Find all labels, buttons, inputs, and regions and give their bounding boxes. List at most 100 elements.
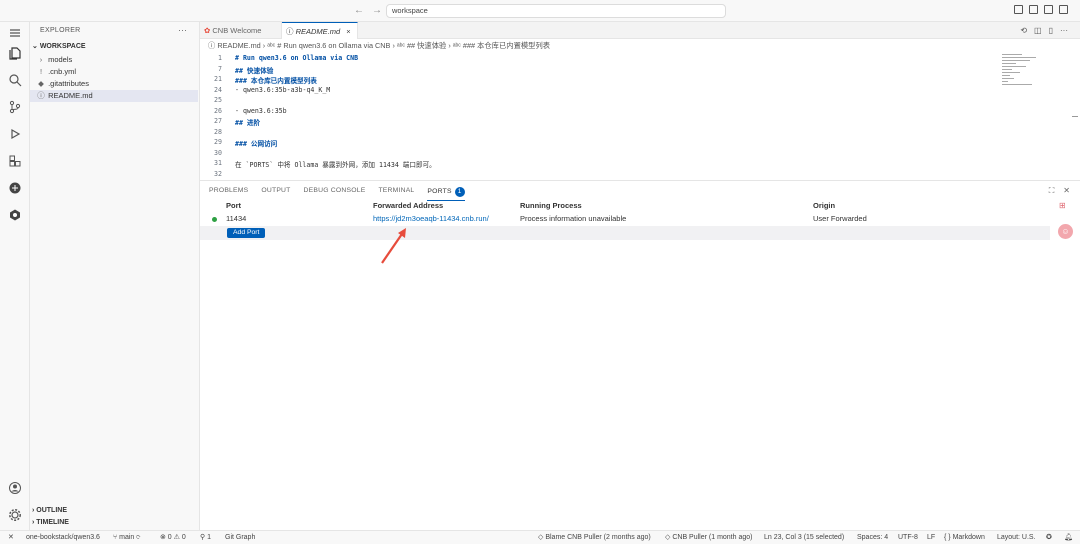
- search-icon[interactable]: [8, 73, 22, 87]
- line-number: 28: [214, 127, 222, 136]
- copilot-icon[interactable]: ✪: [1046, 531, 1052, 544]
- open-changes-icon[interactable]: ◫: [1034, 26, 1042, 35]
- port-status-dot: [212, 217, 217, 222]
- editor-tabs: ✿ CNB Welcome ⓘ README.md × ⟲ ◫ ▯ ···: [200, 22, 1080, 39]
- tab-cnb-welcome[interactable]: ✿ CNB Welcome: [200, 22, 282, 39]
- tree-item-cnb-yml[interactable]: ! .cnb.yml: [30, 66, 198, 78]
- chevron-down-icon: ⌄: [32, 43, 40, 50]
- layout-customize-icon[interactable]: [1014, 5, 1023, 14]
- line-number: 30: [214, 148, 222, 157]
- tree-item-gitattributes[interactable]: ◆ .gitattributes: [30, 78, 198, 90]
- toggle-secondary-sidebar-icon[interactable]: [1059, 5, 1068, 14]
- notifications-icon[interactable]: 🔔︎: [1064, 531, 1073, 544]
- yaml-file-icon: !: [39, 67, 43, 76]
- maximize-panel-icon[interactable]: ⛶: [1049, 186, 1055, 196]
- line-number: 31: [214, 159, 222, 167]
- line-number: 32: [214, 169, 222, 178]
- indentation[interactable]: Spaces: 4: [857, 531, 888, 544]
- line-number: 27: [214, 117, 222, 125]
- tab-problems[interactable]: PROBLEMS: [209, 187, 248, 201]
- workspace-header[interactable]: ⌄ WORKSPACE: [32, 42, 86, 50]
- toggle-sidebar-icon[interactable]: [1029, 5, 1038, 14]
- remote-icon[interactable]: [8, 208, 22, 222]
- command-center-search[interactable]: workspace: [386, 4, 726, 18]
- cnb-icon[interactable]: [8, 181, 22, 195]
- forward-arrow-icon[interactable]: →: [372, 5, 382, 16]
- git-graph-button[interactable]: Git Graph: [225, 531, 255, 544]
- ports-count-badge: 1: [454, 187, 465, 197]
- files-icon[interactable]: [8, 46, 22, 60]
- tree-item-readme[interactable]: ⓘ README.md: [30, 90, 198, 102]
- account-icon[interactable]: [8, 481, 22, 495]
- encoding[interactable]: UTF-8: [898, 531, 918, 544]
- forwarded-address-link[interactable]: https://jd2m3oeaqb-11434.cnb.run/: [373, 214, 489, 223]
- tree-item-models[interactable]: › models: [30, 54, 198, 66]
- layout-controls: [1014, 5, 1068, 14]
- code-editor[interactable]: 1 # Run qwen3.6 on Ollama via CNB 7 ## 快…: [200, 52, 1000, 178]
- code-line: ### 公网访问: [235, 140, 278, 148]
- col-port[interactable]: Port: [226, 201, 241, 210]
- origin-value: User Forwarded: [813, 214, 867, 223]
- keyboard-layout[interactable]: Layout: U.S.: [997, 531, 1036, 544]
- problems-indicator[interactable]: ⊗ 0 ⚠ 0: [160, 531, 186, 544]
- split-editor-icon[interactable]: ▯: [1049, 26, 1053, 35]
- add-port-button[interactable]: Add Port: [227, 228, 266, 238]
- menu-icon[interactable]: [8, 26, 22, 40]
- source-control-icon[interactable]: [8, 100, 22, 114]
- git-file-icon: ◆: [38, 79, 44, 88]
- code-line: 在 `PORTS` 中将 Ollama 暴露到外网，添加 11434 端口即可。: [235, 161, 436, 169]
- panel-controls: ⛶ ✕: [1049, 186, 1070, 196]
- back-arrow-icon[interactable]: ←: [354, 5, 364, 16]
- file-blame-indicator[interactable]: ◇ CNB Puller (1 month ago): [665, 531, 752, 544]
- settings-icon[interactable]: [8, 508, 22, 522]
- chevron-right-icon: ›: [39, 55, 43, 64]
- tree-item-label: .gitattributes: [48, 79, 89, 88]
- activity-bar: [0, 22, 30, 530]
- close-icon[interactable]: ×: [346, 27, 350, 36]
- end-of-line[interactable]: LF: [927, 531, 935, 544]
- ports-count: 1: [207, 534, 211, 541]
- line-number: 29: [214, 138, 222, 146]
- language-mode[interactable]: { } Markdown: [944, 531, 985, 544]
- git-blame-indicator[interactable]: ◇ Blame CNB Puller (2 months ago): [538, 531, 651, 544]
- timeline-label: TIMELINE: [36, 519, 69, 526]
- cursor-position[interactable]: Ln 23, Col 3 (15 selected): [764, 531, 844, 544]
- toggle-panel-icon[interactable]: [1044, 5, 1053, 14]
- tab-terminal[interactable]: TERMINAL: [378, 187, 414, 201]
- tab-debug-console[interactable]: DEBUG CONSOLE: [304, 187, 366, 201]
- add-port-row: Add Port: [200, 226, 1050, 240]
- title-bar: ← → workspace: [0, 0, 1080, 22]
- ports-indicator[interactable]: ⚲ 1: [200, 531, 211, 544]
- remote-indicator-icon[interactable]: ✕: [8, 531, 14, 544]
- outline-section[interactable]: › OUTLINE: [32, 507, 67, 514]
- tab-ports[interactable]: PORTS 1: [427, 187, 465, 201]
- timeline-section[interactable]: › TIMELINE: [32, 519, 69, 526]
- more-actions-icon[interactable]: ···: [178, 25, 187, 35]
- minimap[interactable]: [1000, 52, 1070, 177]
- line-number: 25: [214, 96, 222, 104]
- line-number: 1: [218, 54, 222, 62]
- assistant-avatar-icon[interactable]: ☺: [1058, 224, 1073, 239]
- history-icon[interactable]: ⟲: [1020, 26, 1027, 35]
- tab-readme[interactable]: ⓘ README.md ×: [282, 22, 358, 39]
- more-actions-icon[interactable]: ···: [1060, 26, 1068, 35]
- extensions-icon[interactable]: [8, 154, 22, 168]
- editor-scrollbar[interactable]: [1072, 116, 1078, 117]
- col-origin[interactable]: Origin: [813, 201, 835, 210]
- port-value[interactable]: 11434: [226, 214, 246, 223]
- run-debug-icon[interactable]: [8, 127, 22, 141]
- col-forwarded-address[interactable]: Forwarded Address: [373, 201, 443, 210]
- col-running-process[interactable]: Running Process: [520, 201, 582, 210]
- running-process-value: Process information unavailable: [520, 214, 627, 223]
- breadcrumb[interactable]: ⓘ README.md › ᵃᵇᶜ # Run qwen3.6 on Ollam…: [200, 40, 1080, 52]
- explorer-sidebar: EXPLORER ··· ⌄ WORKSPACE › models ! .cnb…: [30, 22, 200, 530]
- branch-indicator[interactable]: ⑂ main ⟳: [113, 531, 141, 544]
- code-line: # Run qwen3.6 on Ollama via CNB: [235, 54, 359, 62]
- tree-item-label: README.md: [48, 91, 93, 100]
- tab-ports-label: PORTS: [427, 188, 452, 195]
- add-chat-icon[interactable]: ⊞: [1059, 201, 1066, 210]
- repo-name[interactable]: one-bookstack/qwen3.6: [26, 531, 100, 544]
- line-number: 24: [214, 85, 222, 94]
- tab-output[interactable]: OUTPUT: [261, 187, 290, 201]
- close-panel-icon[interactable]: ✕: [1063, 186, 1070, 196]
